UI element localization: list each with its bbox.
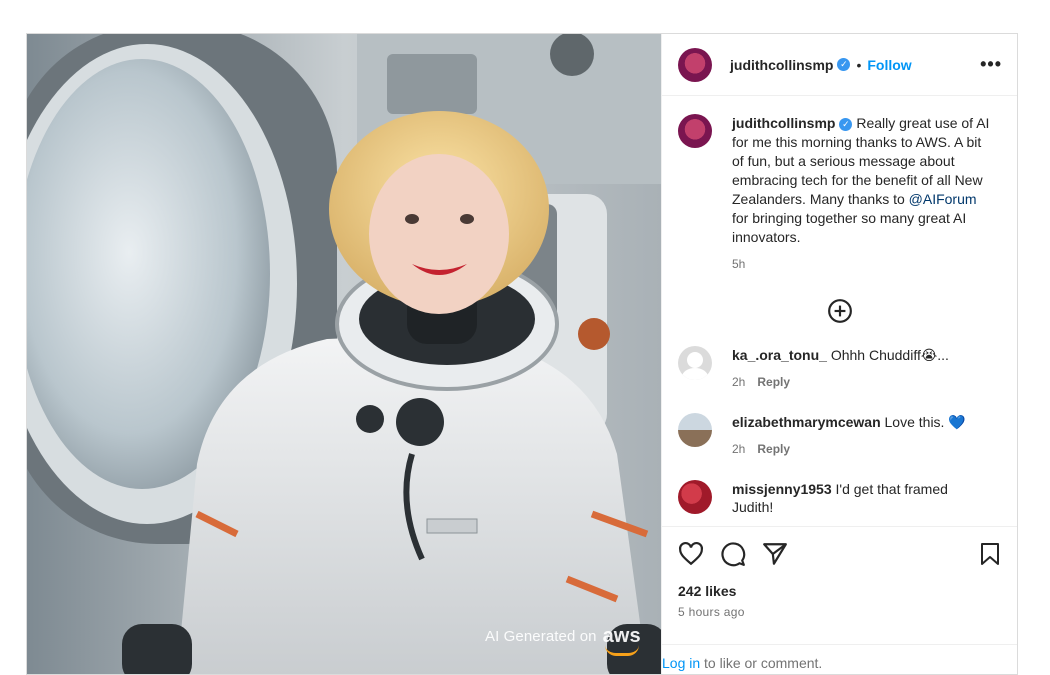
login-prompt: Log in to like or comment. bbox=[662, 644, 1017, 671]
post-sidebar: judithcollinsmp ✓ • Follow ••• judithcol… bbox=[661, 34, 1017, 674]
aws-logo: aws bbox=[602, 625, 641, 656]
add-comment-icon[interactable] bbox=[827, 298, 853, 324]
comment-text: Ohhh Chuddiff😭... bbox=[830, 347, 949, 363]
comments-section[interactable]: judithcollinsmp ✓ Really great use of AI … bbox=[662, 96, 1017, 526]
comment-username[interactable]: ka_.ora_tonu_ bbox=[732, 347, 827, 363]
login-link[interactable]: Log in bbox=[662, 655, 700, 671]
reply-button[interactable]: Reply bbox=[757, 442, 790, 456]
share-icon[interactable] bbox=[762, 541, 788, 567]
comment-username[interactable]: missjenny1953 bbox=[732, 481, 832, 497]
caption-text-end: for bringing together so many great AI i… bbox=[732, 210, 967, 245]
reply-button[interactable]: Reply bbox=[757, 375, 790, 389]
post-header: judithcollinsmp ✓ • Follow ••• bbox=[662, 34, 1017, 96]
mention-link[interactable]: @AIForum bbox=[909, 191, 977, 207]
astronaut-illustration bbox=[27, 34, 661, 674]
more-options-icon[interactable]: ••• bbox=[980, 54, 1002, 75]
bookmark-icon[interactable] bbox=[978, 541, 1002, 567]
post-time[interactable]: 5 hours ago bbox=[678, 605, 1002, 619]
aws-smile-icon bbox=[604, 645, 639, 656]
comment-time[interactable]: 2h bbox=[732, 375, 745, 389]
avatar[interactable] bbox=[678, 114, 712, 148]
comment-item: missjenny1953 I'd get that framed Judith… bbox=[662, 480, 1017, 516]
caption-time[interactable]: 5h bbox=[732, 255, 994, 274]
avatar[interactable] bbox=[678, 346, 712, 380]
post-image[interactable]: AI Generated on aws bbox=[27, 34, 661, 674]
ai-generated-watermark: AI Generated on aws bbox=[485, 625, 641, 656]
instagram-post: AI Generated on aws judithcollinsmp ✓ • … bbox=[26, 33, 1018, 675]
avatar[interactable] bbox=[678, 480, 712, 514]
post-actions: 242 likes 5 hours ago bbox=[662, 526, 1017, 619]
caption-username[interactable]: judithcollinsmp bbox=[732, 115, 835, 131]
comment-text: Love this. bbox=[884, 414, 949, 430]
comment-icon[interactable] bbox=[720, 541, 746, 567]
separator-dot: • bbox=[856, 56, 862, 73]
verified-icon: ✓ bbox=[837, 58, 851, 71]
author-username[interactable]: judithcollinsmp bbox=[730, 57, 833, 73]
comment-username[interactable]: elizabethmarymcewan bbox=[732, 414, 881, 430]
comment-item: ka_.ora_tonu_ Ohhh Chuddiff😭... 2h Reply bbox=[662, 346, 1017, 391]
login-prompt-text: to like or comment. bbox=[700, 655, 823, 671]
like-count[interactable]: 242 likes bbox=[678, 583, 1002, 599]
verified-icon: ✓ bbox=[839, 118, 853, 131]
post-caption: judithcollinsmp ✓ Really great use of AI … bbox=[662, 96, 1017, 274]
ai-generated-text: AI Generated on bbox=[485, 627, 597, 645]
aws-logo-text: aws bbox=[602, 625, 641, 647]
avatar[interactable] bbox=[678, 413, 712, 447]
heart-icon[interactable] bbox=[678, 541, 704, 567]
avatar[interactable] bbox=[678, 47, 712, 82]
blue-heart-emoji: 💙 bbox=[948, 414, 966, 430]
follow-button[interactable]: Follow bbox=[867, 57, 911, 73]
comment-item: elizabethmarymcewan Love this. 💙 2h Reply bbox=[662, 413, 1017, 458]
comment-time[interactable]: 2h bbox=[732, 442, 745, 456]
